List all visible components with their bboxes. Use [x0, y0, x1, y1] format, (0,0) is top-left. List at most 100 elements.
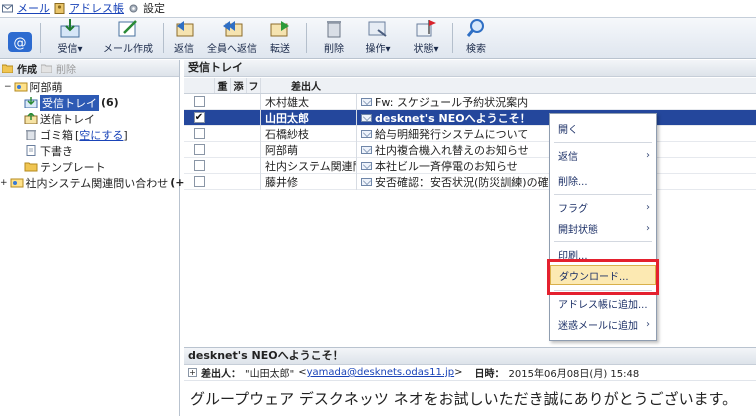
trash-label: ゴミ箱	[40, 128, 73, 142]
table-row[interactable]: 木村雄太 Fw: スケジュール予約状況案内	[184, 93, 756, 110]
folder-panel: 作成 削除 − 阿部萌 受信トレイ (6) 送信トレイ ゴミ箱 [空にする] 下…	[0, 60, 190, 416]
operation-button[interactable]: 操作▾	[358, 20, 398, 57]
forward-button[interactable]: 転送	[264, 20, 296, 57]
row-from: 石橋紗枝	[260, 125, 356, 142]
context-menu: 開く 返信 › 削除... フラグ › 開封状態 › 印刷... ダウンロード... …	[549, 113, 657, 341]
compose-button[interactable]: メール作成	[100, 20, 156, 57]
shared-account-label: 社内システム関連問い合わせ	[25, 176, 169, 190]
delete-folder-button[interactable]: 削除	[56, 61, 76, 76]
from-email-link[interactable]: yamada@desknets.odas11.jp	[307, 367, 455, 378]
row-checkbox[interactable]	[193, 160, 205, 171]
empty-trash-link[interactable]: 空にする	[79, 129, 123, 142]
table-row[interactable]: 石橋紗枝 給与明細発行システムについて	[184, 125, 756, 142]
preview-panel: desknet's NEOへようこそ！ + 差出人： "山田太郎" <yamad…	[184, 347, 756, 416]
operation-icon	[366, 18, 390, 38]
chevron-right-icon: ›	[646, 149, 650, 161]
menu-flag[interactable]: フラグ ›	[550, 197, 656, 217]
menu-delete[interactable]: 削除...	[550, 170, 656, 190]
row-checkbox[interactable]: ✔	[193, 112, 205, 123]
search-button[interactable]: 検索	[461, 18, 491, 57]
search-icon	[464, 18, 488, 38]
folder-create-icon	[2, 64, 13, 73]
row-from: 阿部萌	[260, 141, 356, 158]
menu-separator	[554, 142, 652, 143]
header-flag[interactable]: フ	[246, 78, 260, 93]
mail-read-icon	[361, 161, 372, 170]
expand-icon: +	[0, 177, 8, 188]
mail-link[interactable]: メール	[17, 0, 50, 16]
row-checkbox[interactable]	[193, 128, 205, 139]
tree-drafts[interactable]: 下書き	[24, 143, 73, 158]
list-title: 受信トレイ	[184, 60, 756, 77]
row-from: 藤井修	[260, 173, 356, 190]
row-checkbox[interactable]	[193, 96, 205, 107]
menu-add-spam[interactable]: 迷惑メールに追加 ›	[550, 314, 656, 334]
tree-trash[interactable]: ゴミ箱 [空にする]	[24, 127, 128, 142]
address-book-icon	[54, 2, 65, 14]
from-name: "山田太郎"	[245, 369, 295, 380]
table-row[interactable]: 藤井修 安否確認：安否状況(防災訓練)の確認です	[184, 173, 756, 190]
top-nav: メール アドレス帳 設定	[0, 0, 756, 16]
reply-all-button[interactable]: 全員へ返信	[205, 20, 259, 57]
flag-icon	[414, 18, 438, 38]
reply-button[interactable]: 返信	[169, 20, 199, 57]
chevron-right-icon: ›	[646, 201, 650, 213]
from-label: 差出人：	[201, 369, 241, 380]
tree-account[interactable]: − 阿部萌	[4, 79, 63, 94]
sent-label: 送信トレイ	[40, 112, 95, 126]
mail-read-icon	[361, 113, 372, 122]
preview-meta: + 差出人： "山田太郎" <yamada@desknets.odas11.jp…	[184, 365, 756, 381]
templates-label: テンプレート	[40, 160, 106, 174]
mail-read-icon	[361, 129, 372, 138]
toolbar-separator	[163, 23, 164, 53]
receive-button[interactable]: 受信▾	[47, 18, 93, 57]
drafts-label: 下書き	[40, 144, 73, 158]
folder-icon	[24, 162, 38, 172]
tree-shared-account[interactable]: + 社内システム関連問い合わせ (+)	[0, 175, 190, 190]
menu-separator	[554, 194, 652, 195]
address-book-link[interactable]: アドレス帳	[69, 0, 124, 16]
mail-app-icon: @	[8, 32, 32, 52]
row-subject: 給与明細発行システムについて	[375, 127, 529, 141]
status-button[interactable]: 状態▾	[406, 20, 446, 57]
row-from: 木村雄太	[260, 93, 356, 110]
menu-reply[interactable]: 返信 ›	[550, 145, 656, 165]
header-attachment[interactable]: 添	[230, 78, 246, 93]
delete-button[interactable]: 削除	[318, 20, 350, 57]
tree-inbox[interactable]: 受信トレイ (6)	[24, 94, 119, 111]
reply-all-icon	[220, 18, 244, 38]
toolbar-separator	[306, 23, 307, 53]
expand-header-icon[interactable]: +	[188, 368, 197, 377]
toolbar-separator	[452, 23, 453, 53]
account-icon	[14, 82, 28, 92]
table-row[interactable]: 阿部萌 社内複合機入れ替えのお知らせ	[184, 141, 756, 158]
row-subject: desknet's NEOへようこそ！	[375, 111, 531, 125]
menu-read-state[interactable]: 開封状態 ›	[550, 218, 656, 238]
menu-add-address[interactable]: アドレス帳に追加...	[550, 293, 656, 313]
row-subject: Fw: スケジュール予約状況案内	[375, 95, 529, 109]
row-checkbox[interactable]	[193, 144, 205, 155]
row-checkbox[interactable]	[193, 176, 205, 187]
trash-icon	[322, 18, 346, 38]
app-mail-button[interactable]: @	[6, 20, 34, 57]
tree-sent[interactable]: 送信トレイ	[24, 111, 95, 126]
tree-templates[interactable]: テンプレート	[24, 159, 106, 174]
settings-link[interactable]: 設定	[143, 0, 165, 16]
table-row[interactable]: 社内システム関連問 本社ビル一斉停電のお知らせ	[184, 157, 756, 174]
mail-read-icon	[361, 97, 372, 106]
preview-body: グループウェア デスクネッツ ネオをお試しいただき誠にありがとうございます。	[190, 390, 738, 408]
create-folder-button[interactable]: 作成	[17, 61, 37, 76]
drafts-icon	[26, 145, 36, 156]
message-table: 重 添 フ 差出人 木村雄太 Fw: スケジュール予約状況案内 ✔ 山田太郎 d…	[184, 78, 756, 190]
row-subject: 本社ビル一斉停電のお知らせ	[375, 159, 518, 173]
chevron-right-icon: ›	[646, 318, 650, 330]
table-header: 重 添 フ 差出人	[184, 78, 756, 94]
menu-open[interactable]: 開く	[550, 118, 656, 138]
date-value: 2015年06月08日(月) 15:48	[508, 369, 640, 380]
header-from[interactable]: 差出人	[260, 78, 356, 93]
header-importance[interactable]: 重	[214, 78, 230, 93]
receive-icon	[58, 18, 82, 38]
folder-panel-header: 作成 削除	[0, 60, 179, 77]
row-from: 社内システム関連問	[260, 157, 356, 174]
table-row[interactable]: ✔ 山田太郎 desknet's NEOへようこそ！	[184, 109, 756, 126]
